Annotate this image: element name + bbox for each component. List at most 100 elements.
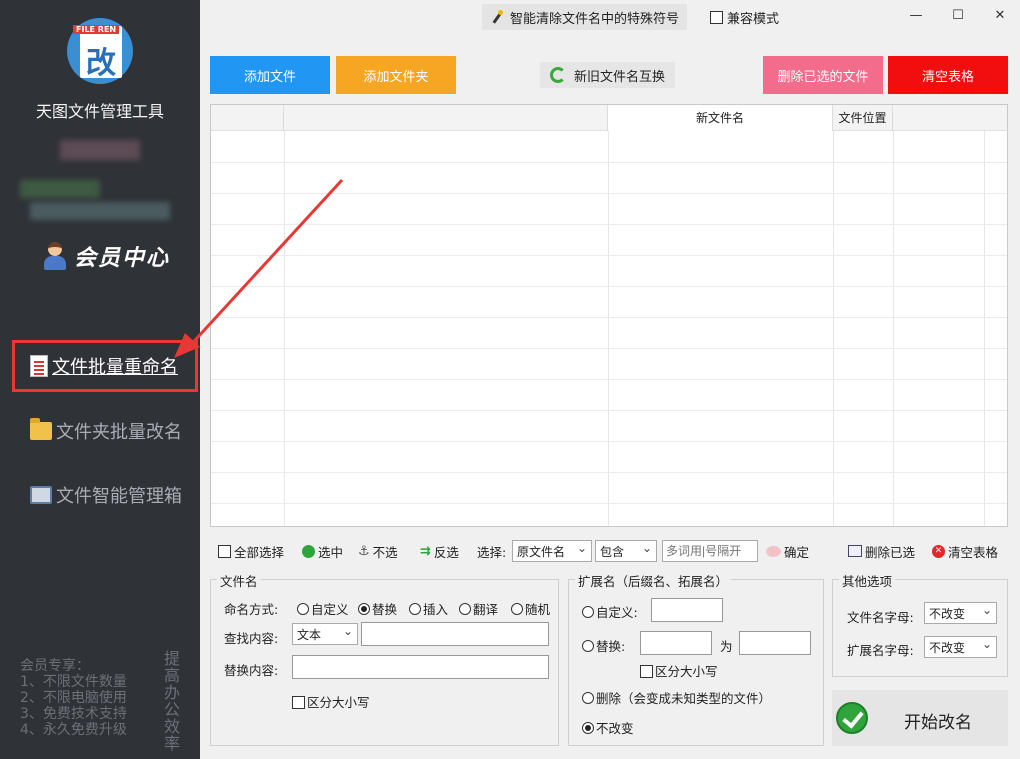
clear-table-button[interactable]: 清空表格 <box>888 56 1008 94</box>
delete-selected-files-button[interactable]: 删除已选的文件 <box>763 56 883 94</box>
ext-custom-input[interactable] <box>651 598 723 622</box>
match-type-select[interactable]: 包含 <box>595 540 657 562</box>
keyword-input[interactable] <box>662 540 758 562</box>
delete-selected-button[interactable]: 删除已选 <box>848 540 915 562</box>
mode-radio-replace[interactable]: 替换 <box>358 599 397 618</box>
start-rename-button[interactable]: 开始改名 <box>832 690 1008 746</box>
minimize-button[interactable]: — <box>906 6 926 26</box>
ext-letters-select[interactable]: 不改变 <box>924 636 997 658</box>
add-folder-button[interactable]: 添加文件夹 <box>336 56 456 94</box>
clean-special-chars-button[interactable]: 智能清除文件名中的特殊符号 <box>482 4 688 30</box>
blurred-user-info <box>60 140 140 160</box>
maximize-button[interactable]: ☐ <box>948 6 968 26</box>
member-center-button[interactable]: 会员中心 <box>42 240 170 272</box>
magic-wand-icon <box>490 10 504 24</box>
ext-find-input[interactable] <box>640 631 712 655</box>
replace-input[interactable] <box>292 655 549 679</box>
swap-names-button[interactable]: 新旧文件名互换 <box>540 62 676 88</box>
mode-radio-random[interactable]: 随机 <box>511 599 550 618</box>
ext-replace-input[interactable] <box>739 631 811 655</box>
invert-icon: ⇉ <box>420 543 431 559</box>
find-input[interactable] <box>361 622 549 646</box>
checkbox-icon <box>292 696 305 709</box>
radio-icon <box>582 640 594 652</box>
unselect-button[interactable]: ⚓ 不选 <box>358 540 398 562</box>
nav-label: 文件智能管理箱 <box>56 486 182 507</box>
blurred-user-info <box>20 180 100 198</box>
file-table[interactable]: 新文件名 文件位置 <box>210 104 1008 527</box>
radio-label: 翻译 <box>473 602 499 617</box>
mode-radio-translate[interactable]: 翻译 <box>459 599 498 618</box>
promo-line: 2、不限电脑使用 <box>20 690 127 706</box>
invert-button[interactable]: ⇉ 反选 <box>420 540 459 562</box>
app-title: 天图文件管理工具 <box>35 102 164 121</box>
folder-icon <box>30 418 52 440</box>
radio-icon <box>582 692 594 704</box>
column-header[interactable] <box>284 105 608 131</box>
match-type-value: 包含 <box>600 544 625 559</box>
document-list-icon <box>30 355 48 377</box>
compat-mode-label: 兼容模式 <box>727 12 780 27</box>
member-avatar-icon <box>42 242 68 270</box>
select-button[interactable]: 选中 <box>302 540 343 562</box>
filename-letters-select[interactable]: 不改变 <box>924 602 997 624</box>
select-all-checkbox[interactable]: 全部选择 <box>218 540 284 562</box>
close-button[interactable]: ✕ <box>990 6 1010 26</box>
filename-group: 文件名 命名方式: 自定义 替换 插入 翻译 随机 查找内容: 文本 替换内容:… <box>210 571 559 746</box>
swap-icon <box>550 67 566 83</box>
blurred-user-info <box>30 202 170 220</box>
choose-label: 选择: <box>477 544 507 560</box>
title-bar: 智能清除文件名中的特殊符号 兼容模式 — ☐ ✕ <box>200 0 1020 34</box>
clear-table-small-button[interactable]: ✕ 清空表格 <box>932 540 998 562</box>
find-type-select[interactable]: 文本 <box>292 623 358 645</box>
compat-mode-checkbox[interactable]: 兼容模式 <box>710 8 779 27</box>
to-label: 为 <box>720 639 733 654</box>
case-label: 区分大小写 <box>307 695 370 710</box>
group-title: 文件名 <box>217 571 261 590</box>
radio-label: 替换: <box>596 639 626 654</box>
group-title: 其他选项 <box>839 571 896 590</box>
member-promo: 会员专享： 1、不限文件数量 2、不限电脑使用 3、免费技术支持 4、永久免费升… <box>20 658 127 738</box>
ext-radio-custom[interactable]: 自定义: <box>582 602 638 621</box>
nav-label: 文件批量重命名 <box>52 357 178 378</box>
close-circle-icon: ✕ <box>932 544 945 558</box>
filename-letters-label: 文件名字母: <box>847 610 914 625</box>
ext-radio-unchanged[interactable]: 不改变 <box>582 718 634 737</box>
promo-line: 会员专享： <box>20 658 90 674</box>
column-header[interactable] <box>211 105 284 131</box>
radio-icon <box>358 603 370 615</box>
mode-radio-insert[interactable]: 插入 <box>409 599 448 618</box>
sidebar: FILE REN 改 天图文件管理工具 会员中心 文件批量重命名 文件夹批量改名… <box>0 0 200 759</box>
radio-label: 不改变 <box>596 721 634 736</box>
nav-item-smart-box[interactable]: 文件智能管理箱 <box>30 482 182 508</box>
column-header-location[interactable]: 文件位置 <box>833 105 893 131</box>
radio-label: 自定义 <box>311 602 349 617</box>
ext-radio-delete[interactable]: 删除（会变成未知类型的文件） <box>582 688 771 707</box>
column-header[interactable] <box>893 105 1007 131</box>
nav-item-folder-rename[interactable]: 文件夹批量改名 <box>30 418 182 444</box>
add-file-button[interactable]: 添加文件 <box>210 56 330 94</box>
ext-radio-replace[interactable]: 替换: <box>582 636 625 655</box>
nav-item-batch-rename[interactable]: 文件批量重命名 <box>30 353 178 379</box>
choose-field-select[interactable]: 原文件名 <box>512 540 592 562</box>
radio-label: 自定义: <box>596 605 638 620</box>
unselect-label: 不选 <box>372 544 398 560</box>
check-circle-icon <box>836 702 868 734</box>
anchor-icon: ⚓ <box>358 543 370 559</box>
ext-case-checkbox[interactable]: 区分大小写 <box>640 661 718 680</box>
promo-line: 3、免费技术支持 <box>20 706 127 722</box>
select-label: 选中 <box>318 544 344 560</box>
swap-names-label: 新旧文件名互换 <box>574 69 666 85</box>
case-sensitive-checkbox[interactable]: 区分大小写 <box>292 692 370 711</box>
start-rename-label: 开始改名 <box>904 713 972 733</box>
member-center-label: 会员中心 <box>74 245 171 271</box>
promo-vertical-text: 提高办公效率 <box>164 649 181 753</box>
bowl-icon <box>766 545 781 557</box>
other-options-group: 其他选项 文件名字母: 不改变 扩展名字母: 不改变 <box>832 571 1008 677</box>
column-header-new-name[interactable]: 新文件名 <box>608 105 833 131</box>
check-circle-icon <box>302 544 315 558</box>
mode-radio-custom[interactable]: 自定义 <box>297 599 349 618</box>
confirm-button[interactable]: 确定 <box>766 540 809 562</box>
radio-label: 替换 <box>372 602 398 617</box>
radio-icon <box>582 722 594 734</box>
